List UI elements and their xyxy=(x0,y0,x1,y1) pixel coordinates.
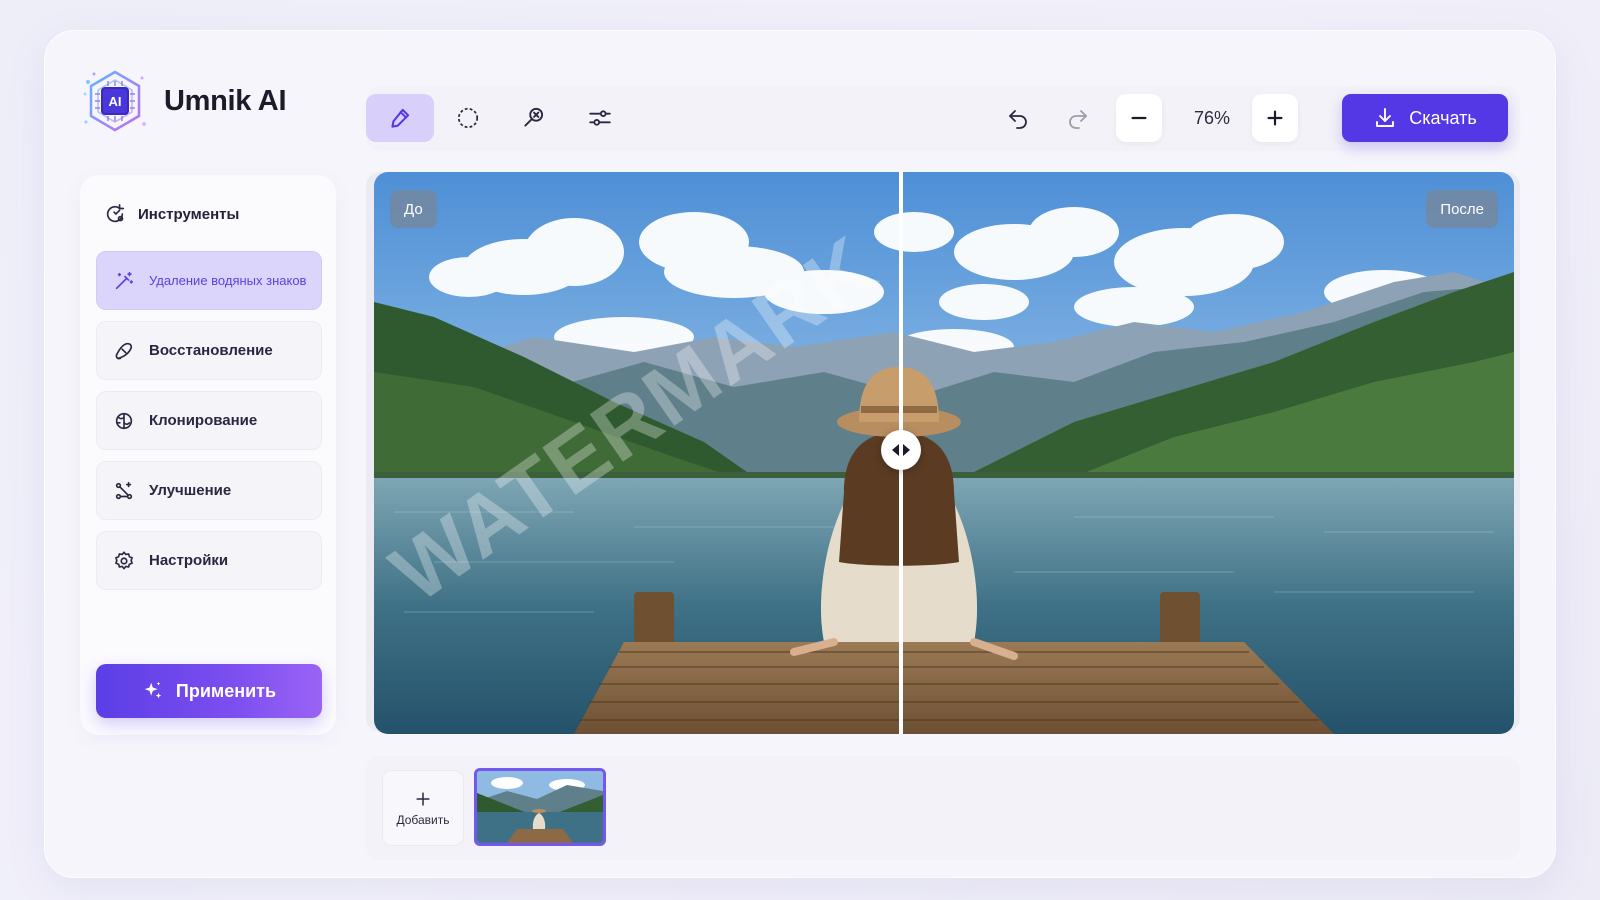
download-button[interactable]: Скачать xyxy=(1342,94,1508,142)
logo-badge: AI xyxy=(109,94,122,109)
lasso-icon xyxy=(457,107,479,129)
zoom-in-button[interactable] xyxy=(1252,94,1298,142)
add-image-label: Добавить xyxy=(396,813,450,827)
redo-icon xyxy=(1069,110,1087,129)
download-button-label: Скачать xyxy=(1409,107,1477,128)
sidebar-title: Инструменты xyxy=(104,203,239,225)
arrows-left-right-icon xyxy=(892,444,910,456)
add-image-button[interactable]: Добавить xyxy=(382,770,464,846)
thumbnail-image xyxy=(477,771,603,843)
apply-button[interactable]: Применить xyxy=(96,664,322,718)
app-name: Umnik AI xyxy=(164,84,287,117)
magic-select-icon xyxy=(524,107,544,127)
minus-icon xyxy=(1131,116,1147,120)
zoom-level: 76% xyxy=(1193,107,1231,128)
brush-tool-button[interactable] xyxy=(366,94,434,142)
sparkle-icon xyxy=(144,681,162,699)
compare-slider-handle[interactable] xyxy=(881,430,921,470)
sidebar-title-text: Инструменты xyxy=(138,205,240,223)
sidebar: Инструменты Удаление водяных знаков Восс… xyxy=(80,175,336,735)
toolbar: 76% Скачать xyxy=(366,86,1520,151)
zoom-out-button[interactable] xyxy=(1116,94,1162,142)
sidebar-item-restoration[interactable]: Восстановление xyxy=(96,321,322,380)
sidebar-item-label: Клонирование xyxy=(149,412,258,429)
plus-icon xyxy=(1267,110,1283,126)
sidebar-item-label: Улучшение xyxy=(149,482,232,499)
sidebar-item-cloning[interactable]: Клонирование xyxy=(96,391,322,450)
undo-button[interactable] xyxy=(994,94,1042,142)
apply-button-label: Применить xyxy=(175,680,277,701)
lasso-tool-button[interactable] xyxy=(434,94,502,142)
sparkle-nodes-icon xyxy=(115,481,133,499)
image-thumbnail[interactable] xyxy=(474,768,606,846)
sidebar-item-label: Удаление водяных знаков xyxy=(149,273,307,288)
sidebar-item-label: Настройки xyxy=(149,552,229,569)
thumbnail-strip: Добавить xyxy=(366,756,1520,860)
undo-icon xyxy=(1009,110,1027,129)
bandage-icon xyxy=(115,342,133,359)
ai-chip-logo-icon: AI xyxy=(80,66,150,136)
sliders-icon xyxy=(589,110,611,126)
after-label: После xyxy=(1426,190,1498,228)
refresh-tools-icon xyxy=(106,204,125,223)
logo: AI Umnik AI xyxy=(80,66,287,136)
magic-wand-icon xyxy=(115,271,134,289)
clone-stamp-icon xyxy=(115,412,133,429)
sidebar-item-enhance[interactable]: Улучшение xyxy=(96,461,322,520)
sidebar-item-watermark-removal[interactable]: Удаление водяных знаков xyxy=(96,251,322,310)
sidebar-item-label: Восстановление xyxy=(149,342,273,359)
before-label: До xyxy=(390,190,437,228)
magic-select-tool-button[interactable] xyxy=(500,94,568,142)
app-window: AI Umnik AI Инструменты Удаление водяных… xyxy=(44,30,1556,878)
download-icon xyxy=(1376,108,1395,127)
sidebar-item-settings[interactable]: Настройки xyxy=(96,531,322,590)
image-compare-canvas[interactable]: WATERMARK До После xyxy=(374,172,1514,734)
plus-icon xyxy=(416,792,430,806)
adjust-tool-button[interactable] xyxy=(566,94,634,142)
gear-icon xyxy=(115,550,133,569)
redo-button[interactable] xyxy=(1054,94,1102,142)
brush-icon xyxy=(391,108,410,128)
